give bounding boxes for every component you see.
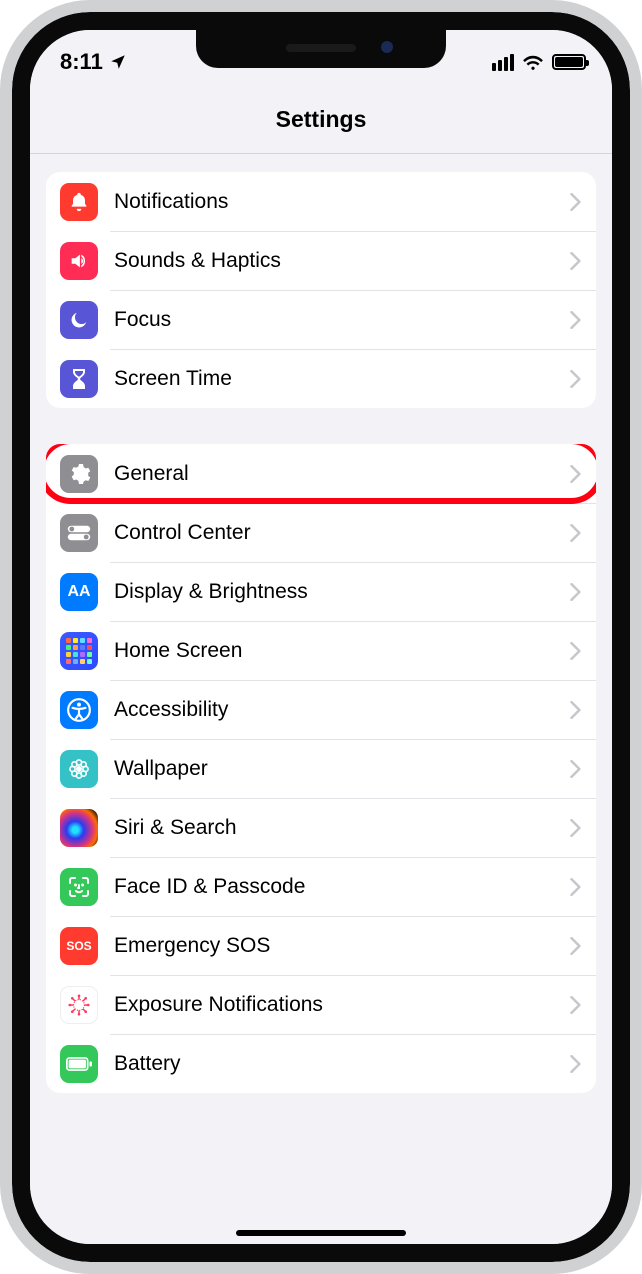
battery-icon bbox=[60, 1045, 98, 1083]
settings-group-notify: Notifications Sounds & Haptics bbox=[46, 172, 596, 408]
chevron-right-icon bbox=[570, 760, 582, 778]
aa-icon: AA bbox=[60, 573, 98, 611]
chevron-right-icon bbox=[570, 937, 582, 955]
page-title: Settings bbox=[276, 106, 367, 133]
speaker-icon bbox=[60, 242, 98, 280]
row-control-center[interactable]: Control Center bbox=[46, 503, 596, 562]
row-wallpaper[interactable]: Wallpaper bbox=[46, 739, 596, 798]
cellular-signal-icon bbox=[492, 54, 514, 71]
row-label: Accessibility bbox=[114, 698, 570, 722]
row-label: Home Screen bbox=[114, 639, 570, 663]
battery-icon bbox=[552, 54, 586, 70]
device-frame: 8:11 Settings bbox=[0, 0, 642, 1274]
hourglass-icon bbox=[60, 360, 98, 398]
gear-icon bbox=[60, 455, 98, 493]
chevron-right-icon bbox=[570, 996, 582, 1014]
status-left: 8:11 bbox=[60, 49, 127, 75]
row-label: Wallpaper bbox=[114, 757, 570, 781]
chevron-right-icon bbox=[570, 465, 582, 483]
chevron-right-icon bbox=[570, 878, 582, 896]
row-label: Emergency SOS bbox=[114, 934, 570, 958]
settings-group-general: General Control Center AA Display & Brig… bbox=[46, 444, 596, 1093]
row-label: Focus bbox=[114, 308, 570, 332]
flower-icon bbox=[60, 750, 98, 788]
screen: 8:11 Settings bbox=[30, 30, 612, 1244]
row-exposure[interactable]: Exposure Notifications bbox=[46, 975, 596, 1034]
chevron-right-icon bbox=[570, 642, 582, 660]
chevron-right-icon bbox=[570, 252, 582, 270]
toggles-icon bbox=[60, 514, 98, 552]
settings-list[interactable]: Notifications Sounds & Haptics bbox=[30, 154, 612, 1244]
row-general[interactable]: General bbox=[46, 444, 596, 503]
bell-icon bbox=[60, 183, 98, 221]
row-label: Exposure Notifications bbox=[114, 993, 570, 1017]
siri-icon bbox=[60, 809, 98, 847]
row-label: General bbox=[114, 462, 570, 486]
chevron-right-icon bbox=[570, 583, 582, 601]
moon-icon bbox=[60, 301, 98, 339]
wifi-icon bbox=[522, 54, 544, 70]
accessibility-icon bbox=[60, 691, 98, 729]
row-label: Battery bbox=[114, 1052, 570, 1076]
row-label: Control Center bbox=[114, 521, 570, 545]
faceid-icon bbox=[60, 868, 98, 906]
row-label: Face ID & Passcode bbox=[114, 875, 570, 899]
covid-icon bbox=[60, 986, 98, 1024]
device-bezel: 8:11 Settings bbox=[12, 12, 630, 1262]
chevron-right-icon bbox=[570, 193, 582, 211]
nav-header: Settings bbox=[30, 86, 612, 154]
row-screentime[interactable]: Screen Time bbox=[46, 349, 596, 408]
row-sos[interactable]: SOS Emergency SOS bbox=[46, 916, 596, 975]
row-label: Siri & Search bbox=[114, 816, 570, 840]
chevron-right-icon bbox=[570, 370, 582, 388]
home-grid-icon bbox=[60, 632, 98, 670]
row-siri[interactable]: Siri & Search bbox=[46, 798, 596, 857]
status-right bbox=[492, 54, 586, 71]
chevron-right-icon bbox=[570, 524, 582, 542]
row-label: Display & Brightness bbox=[114, 580, 570, 604]
status-time: 8:11 bbox=[60, 49, 103, 75]
location-arrow-icon bbox=[109, 53, 127, 71]
row-label: Notifications bbox=[114, 190, 570, 214]
chevron-right-icon bbox=[570, 1055, 582, 1073]
row-focus[interactable]: Focus bbox=[46, 290, 596, 349]
chevron-right-icon bbox=[570, 701, 582, 719]
row-display[interactable]: AA Display & Brightness bbox=[46, 562, 596, 621]
row-home-screen[interactable]: Home Screen bbox=[46, 621, 596, 680]
row-accessibility[interactable]: Accessibility bbox=[46, 680, 596, 739]
chevron-right-icon bbox=[570, 311, 582, 329]
row-faceid[interactable]: Face ID & Passcode bbox=[46, 857, 596, 916]
sos-icon: SOS bbox=[60, 927, 98, 965]
row-battery[interactable]: Battery bbox=[46, 1034, 596, 1093]
row-notifications[interactable]: Notifications bbox=[46, 172, 596, 231]
chevron-right-icon bbox=[570, 819, 582, 837]
device-notch bbox=[196, 30, 446, 68]
row-label: Screen Time bbox=[114, 367, 570, 391]
row-sounds[interactable]: Sounds & Haptics bbox=[46, 231, 596, 290]
home-indicator[interactable] bbox=[236, 1230, 406, 1236]
row-label: Sounds & Haptics bbox=[114, 249, 570, 273]
